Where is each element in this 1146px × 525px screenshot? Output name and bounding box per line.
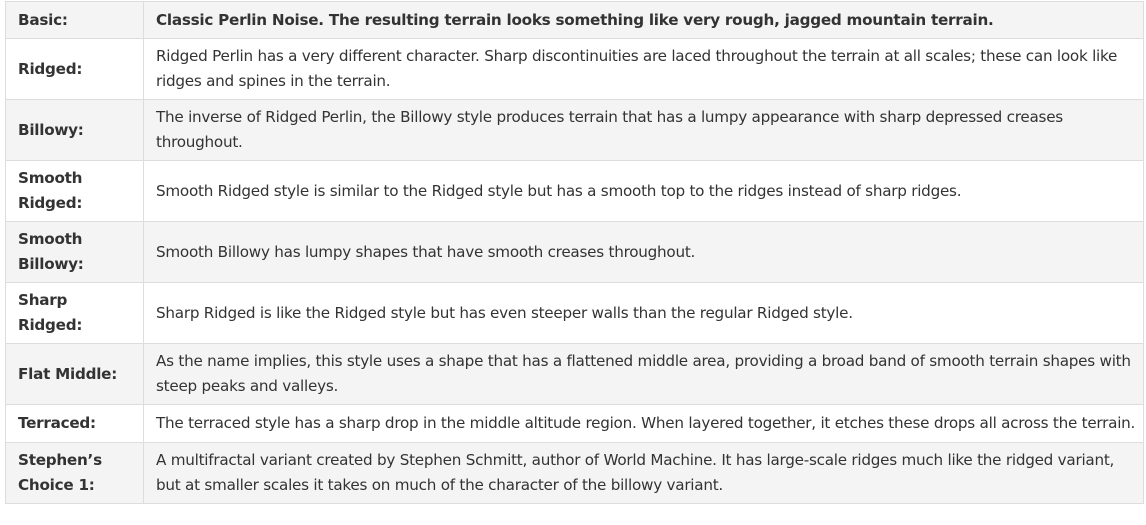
style-name: Sharp Ridged: (5, 282, 144, 344)
style-description: Smooth Billowy has lumpy shapes that hav… (143, 221, 1144, 283)
style-description: As the name implies, this style uses a s… (143, 343, 1144, 405)
table-row: Billowy: The inverse of Ridged Perlin, t… (5, 99, 1144, 161)
style-name: Billowy: (5, 99, 144, 161)
style-name: Basic: (5, 1, 144, 39)
style-name: Smooth Ridged: (5, 160, 144, 222)
table-row: Flat Middle: As the name implies, this s… (5, 343, 1144, 405)
table-row: Smooth Billowy: Smooth Billowy has lumpy… (5, 221, 1144, 283)
style-description: Sharp Ridged is like the Ridged style bu… (143, 282, 1144, 344)
table-row: Ridged: Ridged Perlin has a very differe… (5, 38, 1144, 100)
style-description: Smooth Ridged style is similar to the Ri… (143, 160, 1144, 222)
table-row: Stephen’s Choice 1: A multifractal varia… (5, 442, 1144, 504)
style-description: Ridged Perlin has a very different chara… (143, 38, 1144, 100)
style-description: The terraced style has a sharp drop in t… (143, 404, 1144, 443)
noise-styles-table: Basic: Classic Perlin Noise. The resulti… (5, 1, 1144, 504)
style-name: Stephen’s Choice 1: (5, 442, 144, 504)
style-name: Ridged: (5, 38, 144, 100)
table-row: Smooth Ridged: Smooth Ridged style is si… (5, 160, 1144, 222)
table-row: Sharp Ridged: Sharp Ridged is like the R… (5, 282, 1144, 344)
style-description: Classic Perlin Noise. The resulting terr… (143, 1, 1144, 39)
style-description: A multifractal variant created by Stephe… (143, 442, 1144, 504)
style-name: Terraced: (5, 404, 144, 443)
style-name: Smooth Billowy: (5, 221, 144, 283)
table-row: Terraced: The terraced style has a sharp… (5, 404, 1144, 443)
table-row: Basic: Classic Perlin Noise. The resulti… (5, 1, 1144, 39)
style-description: The inverse of Ridged Perlin, the Billow… (143, 99, 1144, 161)
style-name: Flat Middle: (5, 343, 144, 405)
